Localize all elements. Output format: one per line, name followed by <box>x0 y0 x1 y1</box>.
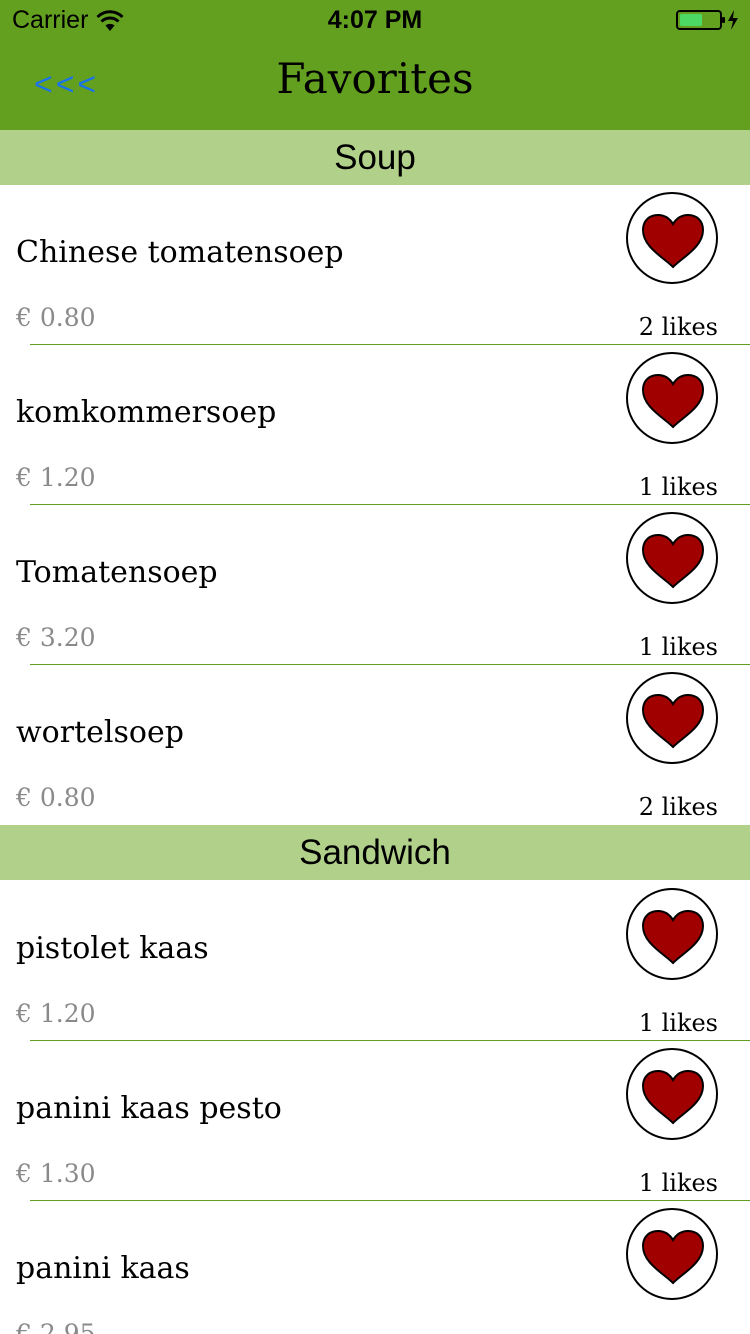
item-name: pistolet kaas <box>16 931 209 966</box>
section-header-sandwich: Sandwich <box>0 825 750 880</box>
likes-count: 1 likes <box>638 633 718 661</box>
list-item[interactable]: panini kaas pesto € 1.30 1 likes <box>0 1041 750 1201</box>
like-button[interactable] <box>626 672 718 764</box>
clock: 4:07 PM <box>327 6 423 34</box>
item-price: € 2.95 <box>16 1319 96 1334</box>
list-item[interactable]: pistolet kaas € 1.20 1 likes <box>0 881 750 1041</box>
battery-charging-icon <box>676 10 738 30</box>
list-item[interactable]: Chinese tomatensoep € 0.80 2 likes <box>0 185 750 345</box>
item-name: Tomatensoep <box>16 555 218 590</box>
likes-count: 1 likes <box>638 473 718 501</box>
heart-icon <box>641 1069 705 1125</box>
item-price: € 1.20 <box>16 463 96 492</box>
item-price: € 1.20 <box>16 999 96 1028</box>
likes-count: 1 likes <box>638 1009 718 1037</box>
section-header-soup: Soup <box>0 130 750 185</box>
item-name: wortelsoep <box>16 715 184 750</box>
likes-count: 1 likes <box>638 1169 718 1197</box>
item-name: panini kaas pesto <box>16 1091 282 1126</box>
item-name: komkommersoep <box>16 395 277 430</box>
heart-icon <box>641 1229 705 1285</box>
list-item[interactable]: Tomatensoep € 3.20 1 likes <box>0 505 750 665</box>
item-price: € 0.80 <box>16 783 96 812</box>
item-price: € 0.80 <box>16 303 96 332</box>
like-button[interactable] <box>626 1208 718 1300</box>
heart-icon <box>641 909 705 965</box>
likes-count: 2 likes <box>638 793 718 821</box>
page-title: Favorites <box>276 54 474 103</box>
favorites-screen: Carrier 4:07 PM <<< Favorites Soup Chine… <box>0 0 750 1334</box>
item-price: € 1.30 <box>16 1159 96 1188</box>
list-item[interactable]: wortelsoep € 0.80 2 likes <box>0 665 750 825</box>
like-button[interactable] <box>626 192 718 284</box>
like-button[interactable] <box>626 1048 718 1140</box>
heart-icon <box>641 533 705 589</box>
like-button[interactable] <box>626 512 718 604</box>
like-button[interactable] <box>626 352 718 444</box>
item-name: panini kaas <box>16 1251 190 1286</box>
list-item[interactable]: panini kaas € 2.95 <box>0 1201 750 1334</box>
list-item[interactable]: komkommersoep € 1.20 1 likes <box>0 345 750 505</box>
navigation-bar: <<< Favorites <box>0 40 750 130</box>
likes-count: 2 likes <box>638 313 718 341</box>
item-price: € 3.20 <box>16 623 96 652</box>
heart-icon <box>641 693 705 749</box>
item-name: Chinese tomatensoep <box>16 235 344 270</box>
status-bar: Carrier 4:07 PM <box>0 0 750 40</box>
heart-icon <box>641 373 705 429</box>
like-button[interactable] <box>626 888 718 980</box>
heart-icon <box>641 213 705 269</box>
